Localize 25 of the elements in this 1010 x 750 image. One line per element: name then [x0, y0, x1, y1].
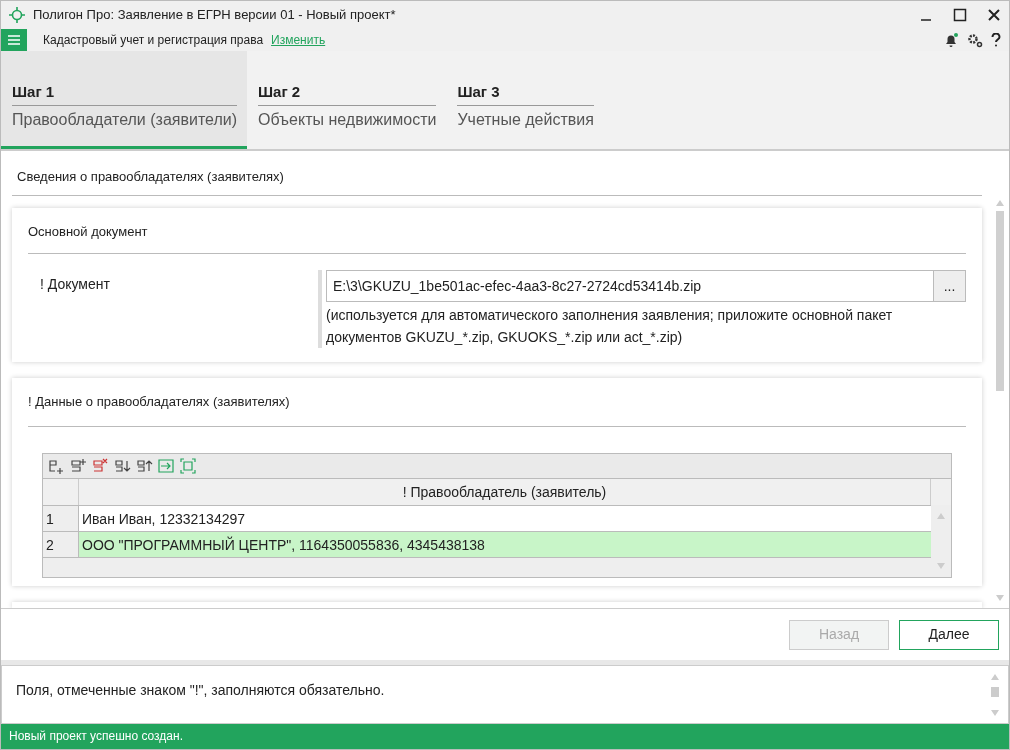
field-label: ! Документ	[39, 275, 111, 294]
menu-button[interactable]	[1, 29, 27, 51]
browse-button[interactable]: ...	[934, 270, 966, 302]
window-title: Полигон Про: Заявление в ЕГРН версии 01 - Новый проект*	[33, 6, 396, 25]
status-bar: Новый проект успешно создан.	[1, 724, 1009, 749]
section-name: Кадастровый учет и регистрация права	[43, 32, 264, 49]
gears-icon[interactable]	[967, 32, 983, 48]
table-cell[interactable]: Иван Иван, 12332134297	[79, 505, 931, 531]
hint-text: Поля, отмеченные знаком "!", заполняются обязательно.	[15, 681, 386, 700]
step-tab[interactable]: Шаг 1 Правообладатели (заявители)	[1, 51, 247, 149]
table-cell[interactable]: ООО "ПРОГРАММНЫЙ ЦЕНТР", 1164350055836, 4345438138	[79, 531, 931, 557]
nav-button[interactable]: Далее	[899, 619, 999, 650]
maximize-icon[interactable]	[953, 8, 967, 22]
insert-row-icon[interactable]	[69, 456, 87, 475]
delete-row-icon[interactable]	[91, 456, 109, 475]
page-heading: Сведения о правообладателях (заявителях)	[12, 167, 982, 196]
card-background: Основной документ ! Документ E:\3\GKUZU_1be501ac-efec-4aa3-8c27-2724cd53414b.zip ... (используется для автоматического заполнения заявления; приложите основной пакет документов GKUZU_*.zip, GKUOKS_*.zip или act_*.zip)	[12, 207, 982, 362]
document-path-field[interactable]: E:\3\GKUZU_1be501ac-efec-4aa3-8c27-2724cd53414b.zip	[326, 270, 934, 302]
column-header: ! Правообладатель (заявитель)	[79, 478, 931, 505]
close-icon[interactable]	[987, 8, 1001, 22]
help-icon[interactable]	[991, 33, 1001, 47]
bell-icon[interactable]	[943, 32, 959, 48]
menu-icon	[8, 35, 20, 45]
crosshair-logo-icon	[9, 7, 25, 23]
field-hint: (используется для автоматического заполнения заявления; приложите основной пакет документов GKUZU_*.zip, GKUOKS_*.zip или act_*.zip)	[326, 306, 894, 347]
